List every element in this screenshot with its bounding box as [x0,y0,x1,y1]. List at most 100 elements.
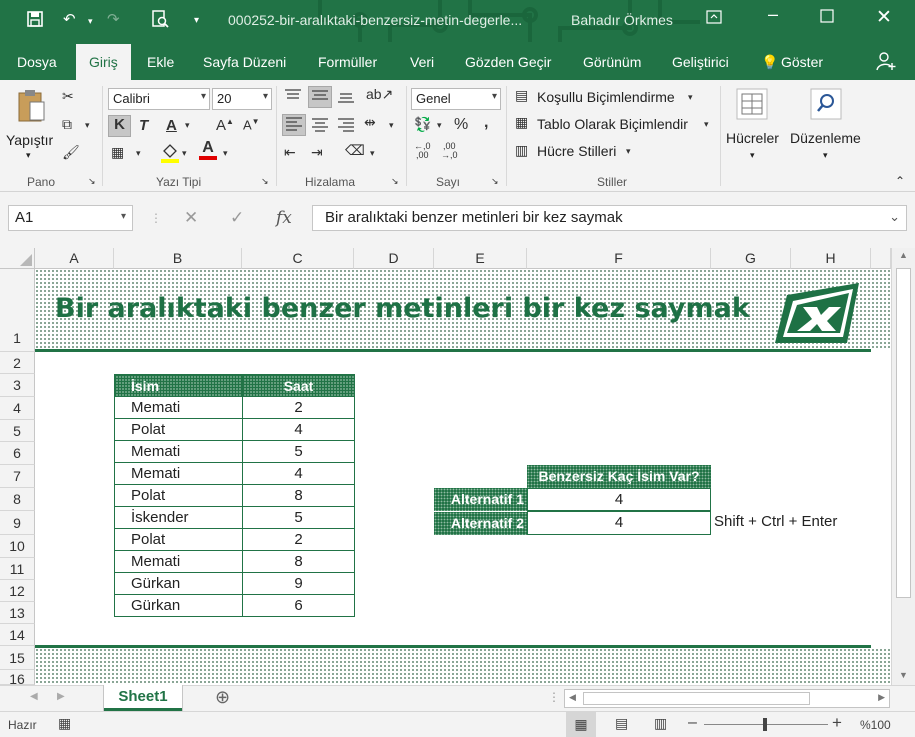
conditional-dropdown-icon[interactable]: ▾ [688,92,693,103]
enter-icon[interactable]: ✓ [230,208,244,228]
tab-scroll-right-icon[interactable]: ▶ [57,691,65,702]
undo-dropdown-icon[interactable]: ▾ [88,16,93,27]
align-middle-icon[interactable] [308,86,332,108]
borders-icon[interactable]: ▦ [111,144,124,161]
name-cell[interactable]: Memati [114,550,243,573]
column-header[interactable]: C [242,248,354,269]
close-icon[interactable]: ✕ [876,6,892,29]
orientation-icon[interactable]: ab↗ [366,86,393,103]
column-header[interactable]: G [711,248,791,269]
tab-file[interactable]: Dosya [17,54,57,70]
scroll-left-icon[interactable]: ◀ [569,692,576,703]
align-center-icon[interactable] [311,116,329,135]
row-header[interactable]: 4 [0,397,35,420]
font-launcher-icon[interactable]: ↘ [261,176,269,187]
collapse-ribbon-icon[interactable]: ⌃ [895,174,905,188]
name-box[interactable]: A1 ▾ [8,205,133,231]
hours-cell[interactable]: 2 [242,396,355,419]
scroll-down-icon[interactable]: ▼ [899,670,908,680]
alternative-1-label[interactable]: Alternatif 1 [434,488,527,511]
alternative-1-value[interactable]: 4 [527,488,711,511]
copy-icon[interactable]: ⧉ [62,116,72,133]
paste-button[interactable]: Yapıştır ▾ [6,86,56,170]
cut-icon[interactable]: ✂ [62,88,74,105]
tell-me-box[interactable]: Göster [781,54,823,70]
align-bottom-icon[interactable] [337,88,355,107]
tab-split-icon[interactable]: ⋮ [548,690,560,704]
column-header[interactable]: A [35,248,114,269]
decrease-indent-icon[interactable]: ⇤ [284,144,296,161]
tab-review[interactable]: Gözden Geçir [465,54,551,70]
zoom-level[interactable]: %100 [860,718,891,732]
conditional-format-button[interactable]: Koşullu Biçimlendirme [537,89,675,105]
hours-cell[interactable]: 9 [242,572,355,595]
clear-format-icon[interactable]: ⌫ [345,142,365,159]
underline-button[interactable]: A [166,117,177,134]
name-cell[interactable]: Gürkan [114,572,243,595]
scroll-right-icon[interactable]: ▶ [878,692,885,703]
sheet-tab-sheet1[interactable]: Sheet1 [104,685,182,711]
alignment-launcher-icon[interactable]: ↘ [391,176,399,187]
insert-function-icon[interactable]: fx [276,208,292,228]
number-launcher-icon[interactable]: ↘ [491,176,499,187]
tab-home[interactable]: Giriş [76,44,131,80]
row-header[interactable]: 14 [0,624,35,646]
font-color-icon[interactable]: A [199,140,217,160]
increase-indent-icon[interactable]: ⇥ [311,144,323,161]
row-header[interactable]: 9 [0,511,35,535]
fill-color-dropdown-icon[interactable]: ▾ [182,148,187,159]
tab-page-layout[interactable]: Sayfa Düzeni [203,54,286,70]
chevron-down-icon[interactable]: ▾ [121,211,126,222]
table-header-hours[interactable]: Saat [242,374,355,397]
horizontal-scrollbar[interactable]: ◀ ▶ [564,689,890,708]
name-cell[interactable]: Memati [114,462,243,485]
hours-cell[interactable]: 8 [242,484,355,507]
align-top-icon[interactable] [284,88,302,107]
merge-center-icon[interactable]: ⇹ [364,114,376,131]
increase-decimal-icon[interactable]: ←,0,00 [414,142,431,160]
format-as-table-button[interactable]: Tablo Olarak Biçimlendir [537,116,688,132]
row-header[interactable]: 13 [0,602,35,624]
user-name[interactable]: Bahadır Örkmes [571,12,673,28]
row-header[interactable]: 3 [0,374,35,397]
format-painter-icon[interactable]: 🖌 [62,144,80,161]
row-header[interactable]: 6 [0,442,35,465]
increase-font-icon[interactable]: A▲ [216,117,234,134]
ribbon-display-icon[interactable] [706,9,722,29]
worksheet[interactable]: Bir aralıktaki benzer metinleri bir kez … [35,269,891,685]
hours-cell[interactable]: 5 [242,506,355,529]
hours-cell[interactable]: 2 [242,528,355,551]
name-cell[interactable]: Memati [114,396,243,419]
name-cell[interactable]: İskender [114,506,243,529]
column-header[interactable] [871,248,891,269]
hours-cell[interactable]: 5 [242,440,355,463]
page-layout-view-icon[interactable]: ▤ [615,715,628,732]
alternative-2-label[interactable]: Alternatif 2 [434,512,527,535]
macro-record-icon[interactable]: ▦ [58,715,71,732]
zoom-in-icon[interactable]: + [832,713,842,733]
font-color-dropdown-icon[interactable]: ▾ [223,148,228,159]
row-header[interactable]: 12 [0,580,35,602]
cell-styles-button[interactable]: Hücre Stilleri [537,143,616,159]
tab-scroll-left-icon[interactable]: ◀ [30,691,38,702]
decrease-font-icon[interactable]: A▼ [243,117,260,132]
vertical-scrollbar[interactable]: ▲ ▼ [891,248,915,685]
hours-cell[interactable]: 6 [242,594,355,617]
maximize-icon[interactable] [820,9,834,27]
fill-color-icon[interactable] [160,142,180,167]
shortcut-note[interactable]: Shift + Ctrl + Enter [714,513,837,530]
scrollbar-thumb[interactable] [896,268,911,598]
page-break-view-icon[interactable]: ▥ [654,715,667,732]
currency-icon[interactable]: 💱 [414,116,431,133]
hours-cell[interactable]: 4 [242,462,355,485]
row-header[interactable]: 16 [0,670,35,685]
scroll-up-icon[interactable]: ▲ [899,250,908,260]
decrease-decimal-icon[interactable]: ,00 →,0 [441,142,458,160]
cell-styles-dropdown-icon[interactable]: ▾ [626,146,631,157]
name-cell[interactable]: Gürkan [114,594,243,617]
hscrollbar-thumb[interactable] [583,692,810,705]
name-cell[interactable]: Memati [114,440,243,463]
customize-qat-icon[interactable]: ▾ [194,15,199,26]
cancel-icon[interactable]: ✕ [184,208,198,228]
column-header[interactable]: B [114,248,242,269]
